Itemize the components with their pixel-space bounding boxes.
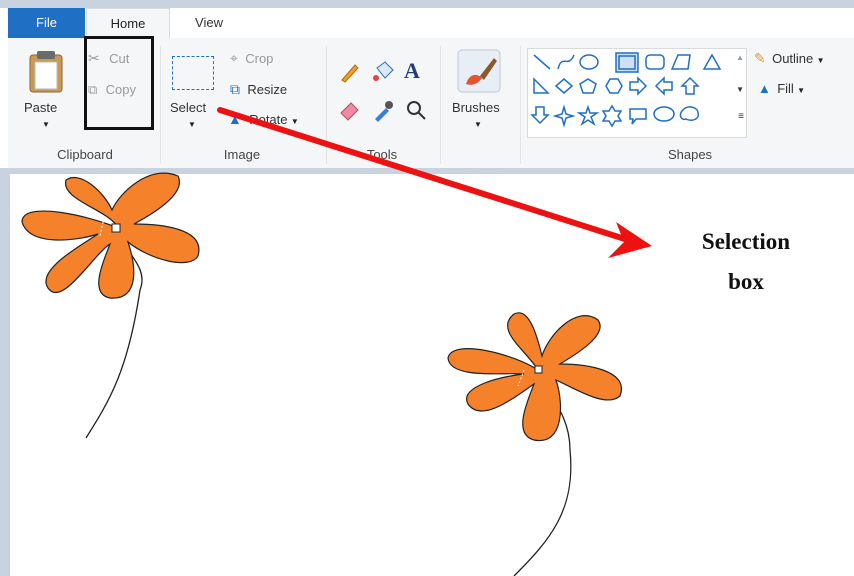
annotation-line-1: Selection — [701, 229, 791, 254]
annotation-line-2: box — [728, 269, 764, 294]
annotation-label: Selection box — [676, 222, 816, 302]
